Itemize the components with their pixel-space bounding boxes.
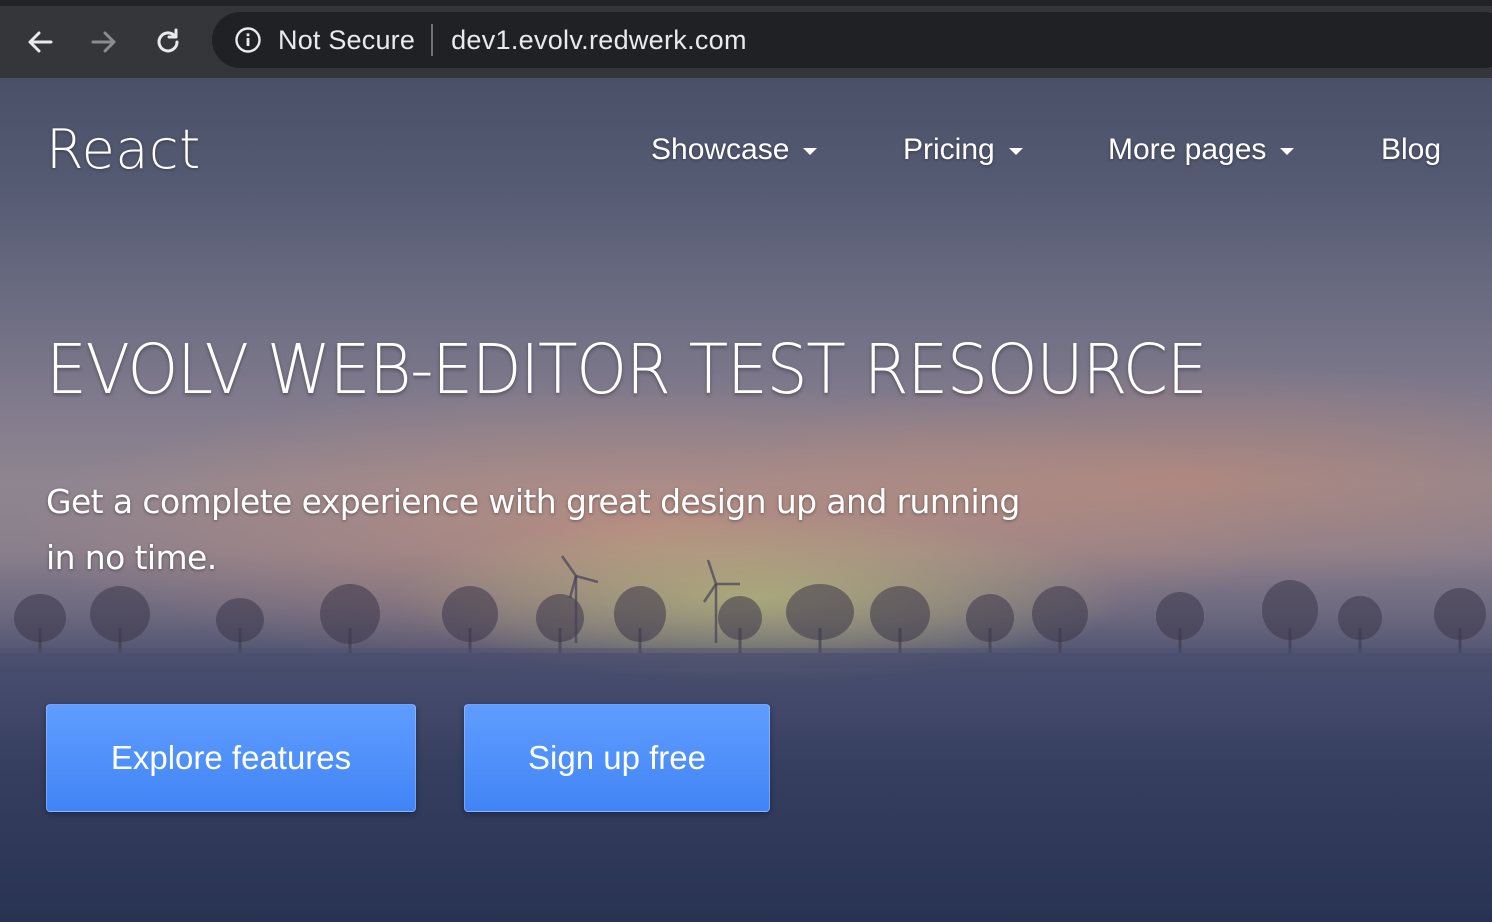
address-bar[interactable]: Not Secure dev1.evolv.redwerk.com — [212, 12, 1492, 68]
hero-subtitle: Get a complete experience with great des… — [46, 482, 1020, 577]
nav-item-label: More pages — [1108, 133, 1267, 166]
nav-item-label: Pricing — [903, 133, 995, 166]
nav-item-blog[interactable]: Blog — [1381, 130, 1441, 170]
nav-item-more-pages[interactable]: More pages — [1108, 130, 1295, 170]
arrow-left-icon — [28, 31, 53, 53]
reload-icon — [157, 28, 179, 53]
browser-toolbar: Not Secure dev1.evolv.redwerk.com — [0, 0, 1492, 78]
caret-down-icon — [803, 147, 818, 155]
forward-button[interactable] — [82, 20, 126, 64]
nav-item-pricing[interactable]: Pricing — [903, 130, 1023, 170]
sign-up-free-button[interactable]: Sign up free — [464, 704, 770, 812]
explore-features-button[interactable]: Explore features — [46, 704, 416, 812]
info-circle-icon — [235, 27, 261, 53]
hero-section: React Showcase Pricing More pages Blog E… — [0, 78, 1492, 922]
security-indicator[interactable]: Not Secure — [234, 12, 415, 68]
reload-button[interactable] — [146, 20, 190, 64]
hero-title: EVOLV WEB-EDITOR TEST RESOURCE — [46, 330, 1208, 410]
caret-down-icon — [1280, 147, 1295, 155]
nav-item-label: Blog — [1381, 133, 1442, 166]
nav-item-showcase[interactable]: Showcase — [651, 130, 818, 170]
security-label: Not Secure — [278, 24, 416, 55]
back-button[interactable] — [18, 20, 62, 64]
nav-item-label: Showcase — [651, 133, 790, 166]
caret-down-icon — [1008, 147, 1023, 155]
omnibox-divider — [431, 24, 434, 56]
arrow-right-icon — [91, 31, 116, 53]
brand-logo[interactable]: React — [46, 118, 201, 181]
url-text[interactable]: dev1.evolv.redwerk.com — [451, 25, 747, 56]
